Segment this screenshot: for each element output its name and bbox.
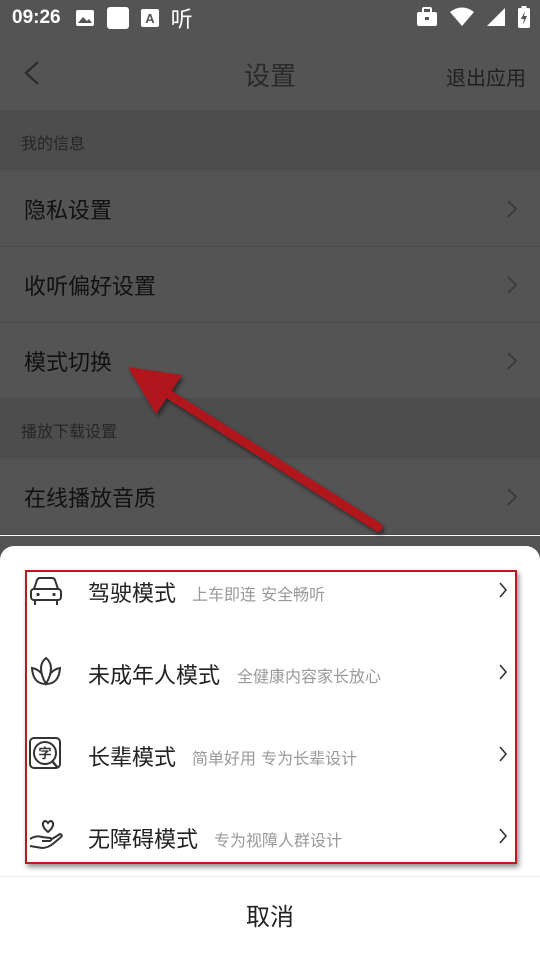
white-square-icon <box>106 7 129 29</box>
signal-icon <box>487 8 505 26</box>
section-header-playback-download: 播放下载设置 <box>0 399 540 459</box>
text-a-icon: A <box>140 9 159 27</box>
battery-charging-icon <box>518 6 530 28</box>
chevron-right-icon <box>507 200 518 218</box>
image-icon <box>75 10 94 26</box>
settings-row-privacy[interactable]: 隐私设置 <box>0 171 540 247</box>
chevron-right-icon <box>507 276 518 294</box>
svg-text:A: A <box>145 11 155 26</box>
row-label: 模式切换 <box>24 351 113 376</box>
exit-app-button[interactable]: 退出应用 <box>446 62 526 91</box>
section-header-my-info: 我的信息 <box>0 111 540 171</box>
wifi-icon <box>450 7 474 26</box>
app-header: 设置 退出应用 <box>0 36 540 111</box>
annotation-highlight-box <box>25 570 517 864</box>
status-system-icons <box>416 6 530 28</box>
settings-list: 我的信息 隐私设置 收听偏好设置 模式切换 播放下载设置 在线播放音质 <box>0 111 540 535</box>
cancel-button[interactable]: 取消 <box>0 877 540 960</box>
row-label: 收听偏好设置 <box>24 275 157 300</box>
chevron-right-icon <box>507 488 518 506</box>
status-notification-icons: A 听 <box>75 2 193 34</box>
settings-row-online-quality[interactable]: 在线播放音质 <box>0 459 540 535</box>
status-time: 09:26 <box>12 7 61 28</box>
row-label: 在线播放音质 <box>24 487 157 512</box>
ting-icon: 听 <box>170 8 193 33</box>
settings-row-listening-preference[interactable]: 收听偏好设置 <box>0 247 540 323</box>
settings-row-mode-switch[interactable]: 模式切换 <box>0 323 540 399</box>
row-label: 隐私设置 <box>24 199 113 224</box>
status-bar: 09:26 A 听 <box>0 0 540 36</box>
chevron-right-icon <box>507 352 518 370</box>
briefcase-icon <box>417 7 437 26</box>
